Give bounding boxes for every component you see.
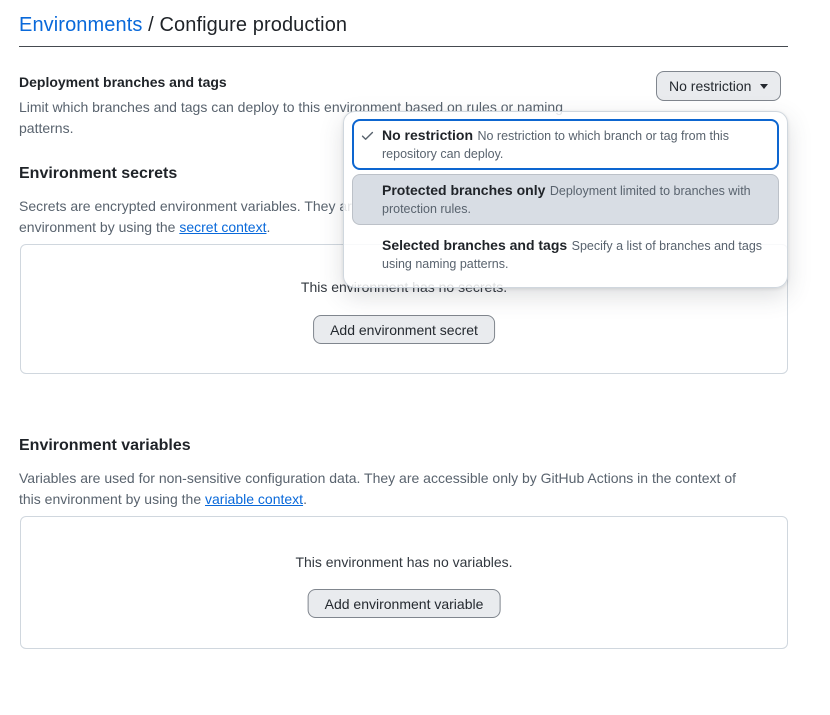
variables-empty-message: This environment has no variables. [21, 554, 787, 570]
breadcrumb: Environments / Configure production [19, 14, 347, 37]
heading-divider [19, 46, 788, 47]
variables-description: Variables are used for non-sensitive con… [19, 468, 788, 510]
add-environment-secret-button[interactable]: Add environment secret [313, 315, 495, 344]
check-spacer [360, 180, 382, 183]
dropdown-option-protected-branches[interactable]: Protected branches only Deployment limit… [352, 174, 779, 225]
branch-restriction-select-button[interactable]: No restriction [656, 71, 781, 101]
page-title: Configure production [159, 14, 347, 36]
variables-description-line1: Variables are used for non-sensitive con… [19, 468, 788, 489]
variables-description-line2-prefix: this environment by using the [19, 491, 205, 507]
dropdown-option-title: Selected branches and tags [382, 237, 567, 253]
secrets-description-line2-prefix: environment by using the [19, 219, 179, 235]
dropdown-option-title: No restriction [382, 127, 473, 143]
variable-context-link[interactable]: variable context [205, 491, 303, 507]
check-icon [360, 125, 382, 143]
dropdown-option-selected-branches[interactable]: Selected branches and tags Specify a lis… [352, 229, 779, 280]
dropdown-option-no-restriction[interactable]: No restriction No restriction to which b… [352, 119, 779, 170]
secrets-description-line2-suffix: . [266, 219, 270, 235]
add-environment-variable-button[interactable]: Add environment variable [308, 589, 501, 618]
secrets-section-title: Environment secrets [19, 165, 177, 183]
variables-description-line2: this environment by using the variable c… [19, 489, 788, 510]
caret-down-icon [760, 84, 768, 89]
breadcrumb-separator: / [142, 14, 159, 36]
dropdown-option-title: Protected branches only [382, 182, 545, 198]
secret-context-link[interactable]: secret context [179, 219, 266, 235]
variables-description-line2-suffix: . [303, 491, 307, 507]
variables-section-title: Environment variables [19, 437, 191, 455]
deployment-section-title: Deployment branches and tags [19, 74, 227, 90]
variables-empty-box: This environment has no variables. Add e… [20, 516, 788, 649]
breadcrumb-environments-link[interactable]: Environments [19, 14, 142, 36]
check-spacer [360, 235, 382, 238]
environment-settings-page: Environments / Configure production Depl… [0, 0, 830, 715]
branch-restriction-select-label: No restriction [669, 78, 751, 94]
branch-restriction-dropdown-menu: No restriction No restriction to which b… [343, 111, 788, 288]
